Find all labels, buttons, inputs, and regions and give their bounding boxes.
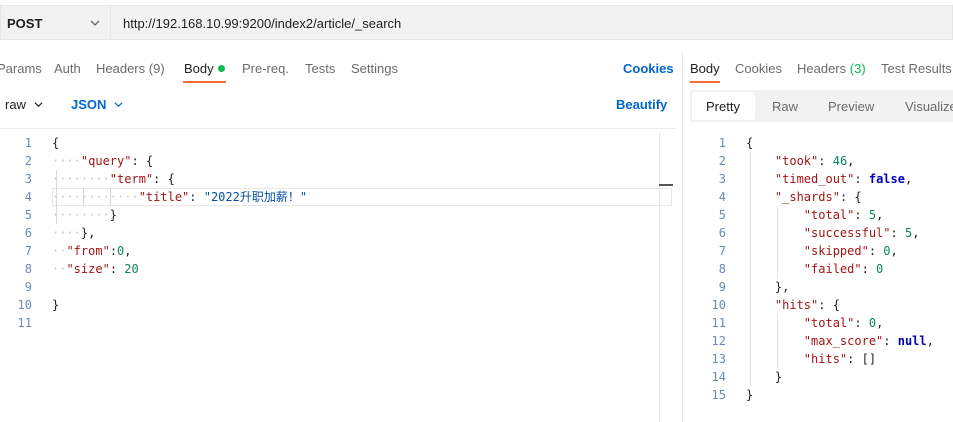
tab-headers[interactable]: Headers (9)	[96, 61, 165, 76]
body-mode-label: raw	[5, 97, 26, 112]
method-select[interactable]: POST	[0, 5, 110, 40]
code-line: "hits": {	[774, 298, 840, 312]
cookies-link[interactable]: Cookies	[623, 61, 674, 76]
tab-headers-label: Headers	[96, 61, 146, 76]
code-line: {	[746, 136, 754, 150]
code-line: "failed": 0	[803, 262, 884, 276]
line-number: 1	[718, 136, 726, 150]
tab-tests[interactable]: Tests	[305, 61, 335, 76]
response-tab-test-results[interactable]: Test Results	[881, 61, 952, 76]
tab-auth[interactable]: Auth	[54, 61, 81, 76]
line-number: 9	[718, 280, 726, 294]
view-pretty[interactable]: Pretty	[706, 99, 740, 114]
response-headers-count: (3)	[849, 61, 866, 76]
beautify-button[interactable]: Beautify	[616, 97, 667, 112]
url-bar: POST http://192.168.10.99:9200/index2/ar…	[0, 0, 953, 44]
response-tab-body[interactable]: Body	[690, 61, 720, 76]
body-indicator-dot	[217, 65, 225, 72]
code-line: }	[746, 388, 754, 402]
response-tab-headers[interactable]: Headers (3)	[797, 61, 866, 76]
line-number: 9	[24, 280, 32, 294]
code-line: ··"from":0,	[52, 244, 132, 258]
code-line: ········"term": {	[52, 172, 175, 186]
line-number: 13	[711, 352, 726, 366]
line-number: 1	[24, 136, 32, 150]
tab-prereq[interactable]: Pre-req.	[242, 61, 289, 76]
tab-headers-count: (9)	[148, 61, 165, 76]
url-input[interactable]: http://192.168.10.99:9200/index2/article…	[110, 5, 953, 40]
method-label: POST	[7, 16, 43, 31]
tab-params[interactable]: Params	[0, 61, 42, 76]
line-number: 8	[24, 262, 32, 276]
line-number: 5	[718, 208, 726, 222]
code-line: }	[52, 298, 60, 312]
body-mode-select[interactable]: raw	[5, 97, 43, 112]
tab-body-label: Body	[184, 61, 214, 76]
chevron-down-icon	[34, 102, 43, 108]
code-line: {	[52, 136, 60, 150]
line-number: 6	[24, 226, 32, 240]
code-line: "hits": []	[803, 352, 877, 366]
response-tab-underline	[690, 81, 720, 83]
view-preview[interactable]: Preview	[828, 99, 874, 114]
scrollbar-cursor-marker	[659, 184, 673, 186]
line-number: 15	[711, 388, 726, 402]
line-number: 2	[718, 154, 726, 168]
code-line: ··"size": 20	[52, 262, 139, 276]
line-number: 4	[718, 190, 726, 204]
language-label: JSON	[71, 97, 107, 112]
tab-settings[interactable]: Settings	[351, 61, 398, 76]
response-tab-cookies[interactable]: Cookies	[735, 61, 782, 76]
code-line: "skipped": 0,	[803, 244, 898, 258]
line-number: 7	[24, 244, 32, 258]
tab-active-underline	[183, 81, 226, 83]
code-line: ····"query": {	[52, 154, 154, 168]
line-number: 11	[17, 316, 32, 330]
pane-divider[interactable]	[682, 52, 683, 422]
line-number: 6	[718, 226, 726, 240]
code-line: ········}	[52, 208, 118, 222]
code-line: ············"title": "2022升职加薪！"	[52, 190, 308, 204]
code-line: ····},	[52, 226, 96, 240]
line-number: 5	[24, 208, 32, 222]
url-text: http://192.168.10.99:9200/index2/article…	[123, 16, 402, 31]
response-headers-label: Headers	[797, 61, 847, 76]
editor-scrollbar[interactable]	[659, 133, 673, 422]
chevron-down-icon	[114, 102, 123, 108]
code-line: },	[746, 280, 790, 294]
code-line: "max_score": null,	[803, 334, 934, 348]
line-number: 7	[718, 244, 726, 258]
line-number: 3	[718, 172, 726, 186]
editor-top-border	[0, 128, 676, 129]
code-line: "_shards": {	[774, 190, 862, 204]
line-number: 12	[711, 334, 726, 348]
code-line: "total": 5,	[803, 208, 884, 222]
chevron-down-icon	[90, 20, 100, 26]
line-number: 10	[711, 298, 726, 312]
line-number: 2	[24, 154, 32, 168]
line-number: 3	[24, 172, 32, 186]
language-select[interactable]: JSON	[71, 97, 123, 112]
code-line: }	[746, 370, 783, 384]
line-number: 4	[24, 190, 32, 204]
code-line: "timed_out": false,	[774, 172, 913, 186]
line-number: 11	[711, 316, 726, 330]
view-visualize[interactable]: Visualize	[905, 99, 953, 114]
view-raw[interactable]: Raw	[772, 99, 798, 114]
code-line: "total": 0,	[803, 316, 884, 330]
code-line: "successful": 5,	[803, 226, 920, 240]
line-number: 14	[711, 370, 726, 384]
line-number: 8	[718, 262, 726, 276]
tab-body[interactable]: Body	[184, 61, 225, 76]
line-number: 10	[17, 298, 32, 312]
code-line: "took": 46,	[774, 154, 855, 168]
